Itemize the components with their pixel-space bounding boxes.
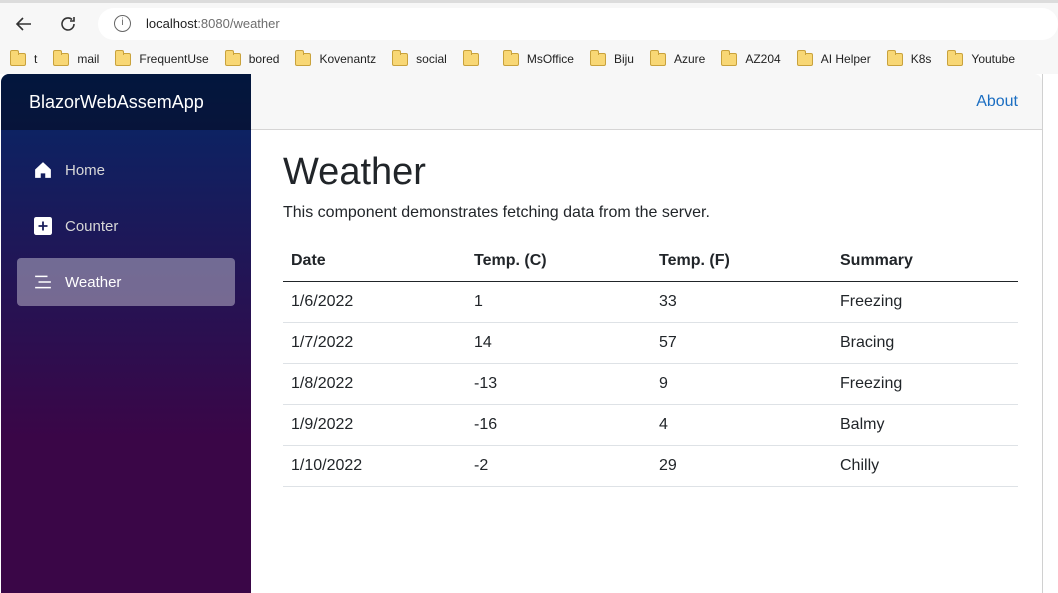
cell-summary: Chilly <box>832 445 1018 488</box>
table-row: 1/10/2022 -2 29 Chilly <box>283 445 1018 488</box>
list-icon <box>33 272 53 292</box>
column-header-temp-f: Temp. (F) <box>651 241 832 283</box>
bookmark-folder[interactable]: bored <box>224 49 279 66</box>
cell-temp-c: -13 <box>466 363 651 406</box>
cell-summary: Bracing <box>832 322 1018 365</box>
bookmark-folder[interactable]: Kovenantz <box>295 49 376 66</box>
folder-icon <box>53 49 70 66</box>
cell-date: 1/8/2022 <box>283 363 466 406</box>
folder-icon <box>392 49 409 66</box>
nav-item-counter[interactable]: Counter <box>17 202 235 250</box>
bookmark-folder[interactable]: t <box>10 49 37 66</box>
devtools-panel-edge[interactable] <box>1042 74 1058 593</box>
cell-temp-c: 1 <box>466 281 651 324</box>
folder-icon <box>224 49 241 66</box>
bookmarks-bar: t mail FrequentUse bored Kovenantz socia… <box>0 47 1021 71</box>
table-header-row: Date Temp. (C) Temp. (F) Summary <box>283 241 1018 283</box>
table-row: 1/6/2022 1 33 Freezing <box>283 281 1018 324</box>
reload-button[interactable] <box>56 12 80 36</box>
brand-bar: BlazorWebAssemApp <box>1 74 251 130</box>
cell-temp-c: 14 <box>466 322 651 365</box>
site-info-icon[interactable]: i <box>114 15 131 32</box>
folder-icon <box>947 49 964 66</box>
folder-icon <box>10 49 26 66</box>
column-header-date: Date <box>283 241 466 283</box>
url-text: localhost:8080/weather <box>146 16 280 31</box>
cell-temp-f: 4 <box>651 404 832 447</box>
weather-table: Date Temp. (C) Temp. (F) Summary 1/6/202… <box>283 241 1018 488</box>
table-row: 1/7/2022 14 57 Bracing <box>283 322 1018 365</box>
cell-temp-f: 29 <box>651 445 832 488</box>
folder-icon <box>115 49 132 66</box>
page-description: This component demonstrates fetching dat… <box>283 203 710 221</box>
bookmark-folder[interactable]: K8s <box>886 49 931 66</box>
home-icon <box>33 160 53 180</box>
cell-date: 1/6/2022 <box>283 281 466 324</box>
folder-icon <box>886 49 903 66</box>
nav-item-label: Weather <box>65 273 122 291</box>
cell-summary: Freezing <box>832 281 1018 324</box>
folder-icon <box>502 49 519 66</box>
page-title: Weather <box>283 151 426 193</box>
bookmark-folder[interactable] <box>462 49 487 66</box>
cell-summary: Freezing <box>832 363 1018 406</box>
browser-chrome: i localhost:8080/weather t mail Frequent… <box>0 0 1058 74</box>
cell-summary: Balmy <box>832 404 1018 447</box>
main-area: About Weather This component demonstrate… <box>251 74 1042 593</box>
table-row: 1/8/2022 -13 9 Freezing <box>283 363 1018 406</box>
address-bar[interactable]: i localhost:8080/weather <box>98 8 1058 40</box>
bookmark-folder[interactable]: AZ204 <box>721 49 781 66</box>
page-content: Weather This component demonstrates fetc… <box>251 130 1042 488</box>
bookmark-folder[interactable]: FrequentUse <box>115 49 209 66</box>
nav-item-label: Counter <box>65 217 119 235</box>
app-brand[interactable]: BlazorWebAssemApp <box>29 92 204 113</box>
cell-temp-c: -16 <box>466 404 651 447</box>
top-row: About <box>251 74 1042 130</box>
column-header-temp-c: Temp. (C) <box>466 241 651 283</box>
nav-item-home[interactable]: Home <box>17 146 235 194</box>
folder-icon <box>462 49 479 66</box>
plus-square-icon <box>33 216 53 236</box>
nav-item-label: Home <box>65 161 106 179</box>
reload-icon <box>61 17 75 31</box>
cell-date: 1/10/2022 <box>283 445 466 488</box>
bookmark-folder[interactable]: Biju <box>589 49 634 66</box>
bookmark-folder[interactable]: Youtube <box>947 49 1015 66</box>
back-button[interactable] <box>12 12 36 36</box>
folder-icon <box>649 49 666 66</box>
column-header-summary: Summary <box>832 241 1018 283</box>
cell-date: 1/7/2022 <box>283 322 466 365</box>
cell-temp-f: 57 <box>651 322 832 365</box>
folder-icon <box>796 49 813 66</box>
sidebar: BlazorWebAssemApp Home Counter Weather <box>1 74 251 593</box>
bookmark-folder[interactable]: mail <box>53 49 99 66</box>
cell-temp-c: -2 <box>466 445 651 488</box>
bookmark-folder[interactable]: Azure <box>649 49 705 66</box>
about-link[interactable]: About <box>976 93 1018 111</box>
bookmark-folder[interactable]: social <box>392 49 447 66</box>
bookmark-folder[interactable]: MsOffice <box>502 49 574 66</box>
cell-temp-f: 33 <box>651 281 832 324</box>
nav-item-weather[interactable]: Weather <box>17 258 235 306</box>
cell-temp-f: 9 <box>651 363 832 406</box>
folder-icon <box>589 49 606 66</box>
bookmark-folder[interactable]: AI Helper <box>796 49 871 66</box>
folder-icon <box>721 49 738 66</box>
folder-icon <box>295 49 312 66</box>
arrow-left-icon <box>15 17 31 31</box>
nav-menu: Home Counter Weather <box>1 130 251 306</box>
table-row: 1/9/2022 -16 4 Balmy <box>283 404 1018 447</box>
cell-date: 1/9/2022 <box>283 404 466 447</box>
